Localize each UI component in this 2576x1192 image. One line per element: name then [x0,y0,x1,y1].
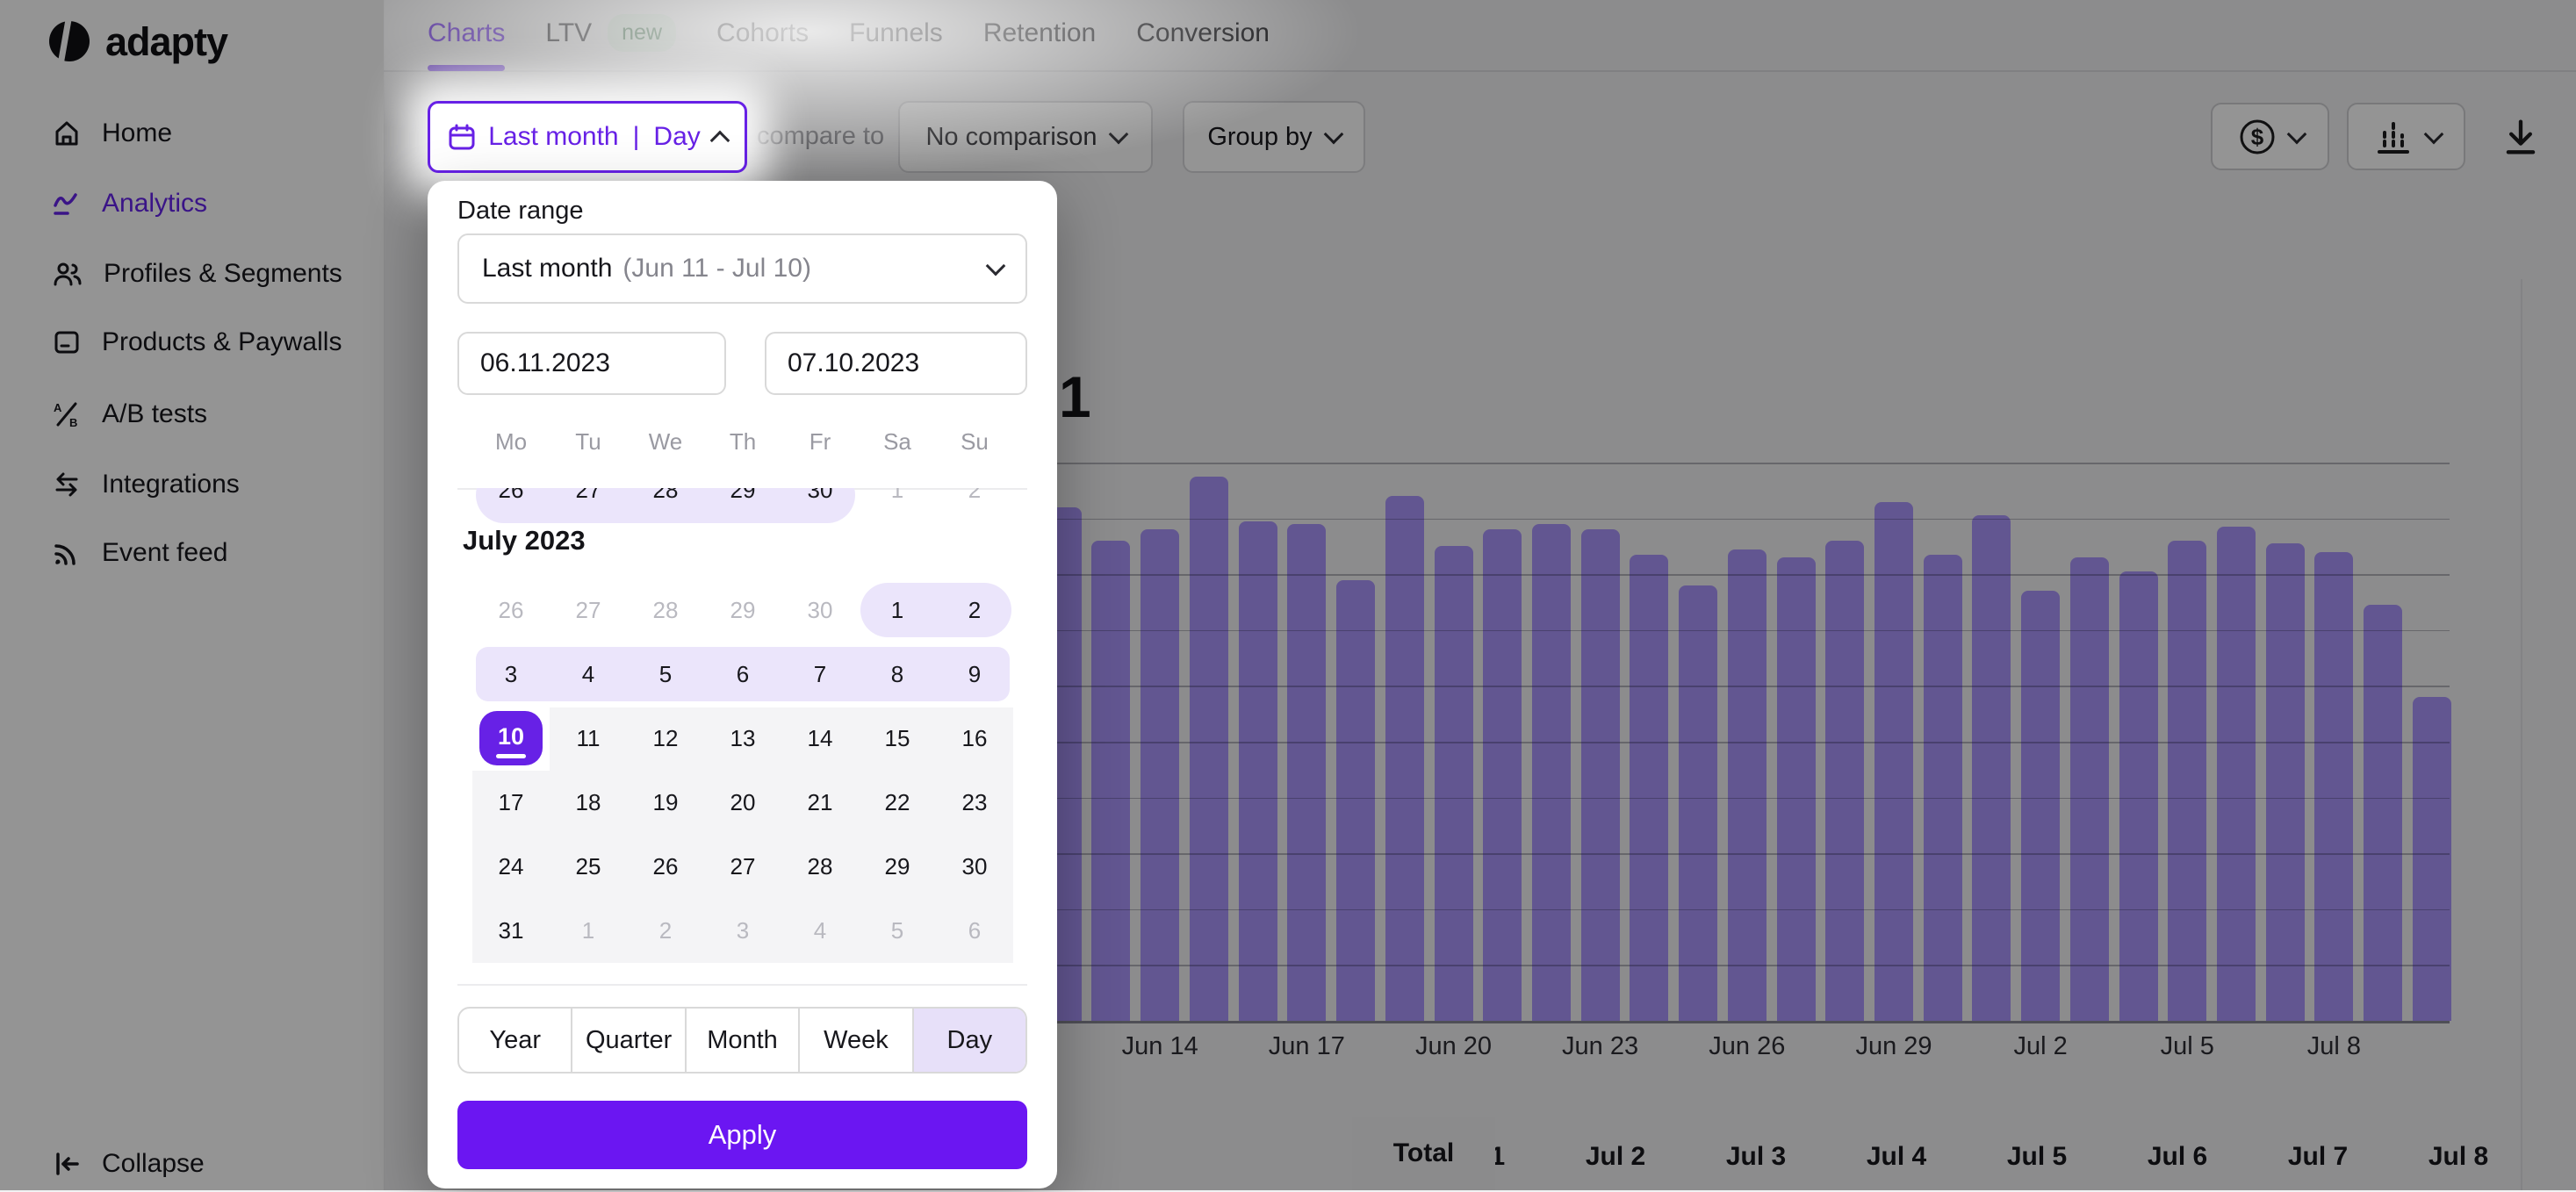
granularity-day[interactable]: Day [912,1009,1025,1072]
calendar-day[interactable]: 12 [627,707,704,769]
calendar-day[interactable]: 28 [627,579,704,641]
previous-month-partial-week: 262728293012 [457,488,1027,527]
calendar-day[interactable]: 28 [781,836,859,897]
calendar-day[interactable]: 29 [704,579,781,641]
calendar-day[interactable]: 2 [627,900,704,961]
calendar-day[interactable]: 19 [627,772,704,833]
calendar-day[interactable]: 11 [550,707,627,769]
calendar-day[interactable]: 20 [704,772,781,833]
preset-select[interactable]: Last month (Jun 11 - Jul 10) [457,233,1027,304]
calendar-day[interactable]: 27 [550,579,627,641]
date-range-separator: | [633,122,640,152]
calendar-day[interactable]: 13 [704,707,781,769]
calendar-day[interactable]: 30 [781,488,859,518]
calendar-day[interactable]: 28 [627,488,704,518]
end-date-input[interactable]: 07.10.2023 [765,332,1027,395]
calendar-day[interactable]: 26 [472,488,550,518]
calendar-day[interactable]: 27 [704,836,781,897]
selected-day-value: 10 [498,723,524,750]
calendar-day[interactable]: 1 [859,488,936,518]
calendar-day[interactable]: 27 [550,488,627,518]
preset-range-value: (Jun 11 - Jul 10) [622,254,811,284]
calendar-day[interactable]: 31 [472,900,550,961]
calendar-icon [448,123,476,151]
date-range-granularity-label: Day [653,122,700,152]
calendar-day[interactable]: 1 [859,579,936,641]
weekday-label: Su [936,428,1013,456]
granularity-quarter[interactable]: Quarter [571,1009,684,1072]
preset-value: Last month [482,254,612,284]
date-range-label: Date range [457,197,584,226]
calendar-day[interactable]: 2 [936,579,1013,641]
calendar-day[interactable]: 6 [936,900,1013,961]
calendar-day[interactable]: 3 [704,900,781,961]
calendar-day[interactable]: 7 [781,643,859,705]
weekday-label: Fr [781,428,859,456]
calendar-day[interactable]: 5 [859,900,936,961]
granularity-year[interactable]: Year [459,1009,571,1072]
calendar-day[interactable]: 1 [550,900,627,961]
weekday-label: Tu [550,428,627,456]
calendar-day[interactable]: 30 [936,836,1013,897]
chevron-down-icon [986,256,1006,276]
calendar-day[interactable]: 4 [781,900,859,961]
calendar-day[interactable]: 6 [704,643,781,705]
end-date-value: 07.10.2023 [788,348,919,378]
calendar-day[interactable]: 26 [627,836,704,897]
date-picker-popover: Date range Last month (Jun 11 - Jul 10) … [428,181,1057,1188]
granularity-week[interactable]: Week [798,1009,911,1072]
date-range-button[interactable]: Last month | Day [428,101,747,173]
calendar-day[interactable]: 15 [859,707,936,769]
selected-day-cell[interactable]: 10 [479,711,543,765]
calendar-day[interactable]: 5 [627,643,704,705]
calendar-day[interactable]: 21 [781,772,859,833]
calendar-day[interactable]: 29 [859,836,936,897]
start-date-value: 06.11.2023 [480,348,610,378]
calendar-day[interactable]: 16 [936,707,1013,769]
selected-day-underline [496,754,526,758]
chevron-up-icon [709,131,730,151]
calendar-month-label: July 2023 [463,525,586,557]
footer-divider [457,984,1027,986]
calendar-day[interactable]: 17 [472,772,550,833]
calendar-day[interactable]: 18 [550,772,627,833]
calendar-day[interactable]: 8 [859,643,936,705]
calendar-day[interactable]: 30 [781,579,859,641]
calendar-day[interactable]: 25 [550,836,627,897]
weekday-label: Sa [859,428,936,456]
calendar-day[interactable]: 3 [472,643,550,705]
calendar-day[interactable]: 14 [781,707,859,769]
modal-backdrop[interactable] [0,0,2576,1190]
weekday-label: We [627,428,704,456]
date-range-preset-label: Last month [488,122,618,152]
calendar-day[interactable]: 23 [936,772,1013,833]
weekday-label: Th [704,428,781,456]
calendar-day[interactable]: 24 [472,836,550,897]
calendar-day[interactable]: 2 [936,488,1013,518]
granularity-segmented-control: Year Quarter Month Week Day [457,1007,1027,1074]
weekday-label: Mo [472,428,550,456]
calendar-day[interactable]: 9 [936,643,1013,705]
calendar-day[interactable]: 4 [550,643,627,705]
calendar-day[interactable]: 26 [472,579,550,641]
granularity-month[interactable]: Month [685,1009,798,1072]
calendar-day[interactable]: 22 [859,772,936,833]
apply-button[interactable]: Apply [457,1101,1027,1169]
start-date-input[interactable]: 06.11.2023 [457,332,726,395]
calendar-day[interactable]: 29 [704,488,781,518]
